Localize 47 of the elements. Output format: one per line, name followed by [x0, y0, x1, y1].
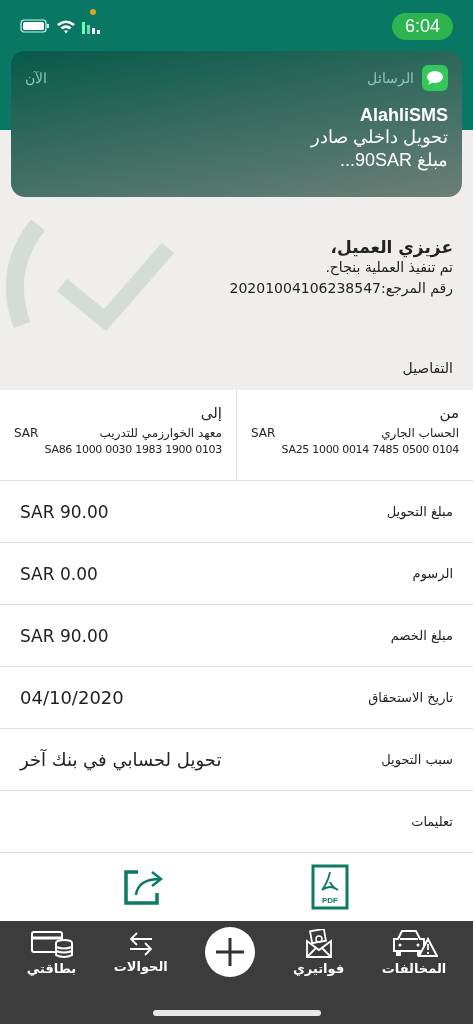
- account-name: الحساب الجاري: [381, 426, 459, 440]
- plus-icon: [215, 937, 246, 967]
- add-button[interactable]: [205, 927, 256, 977]
- currency: SAR: [14, 426, 39, 440]
- account-name: معهد الخوارزمي للتدريب: [99, 426, 222, 440]
- notification-time: الآن: [25, 70, 47, 86]
- iban: SA86 1000 0030 1983 1900 0103: [43, 443, 222, 456]
- greeting: عزيزي العميل،: [329, 237, 453, 257]
- iban: SA25 1000 0014 7485 0500 0104: [280, 443, 459, 456]
- field-label: تعليمات: [411, 814, 453, 829]
- field-label: سبب التحويل: [381, 752, 453, 767]
- field-value: SAR 90.00: [20, 501, 109, 522]
- transfer-arrows-icon: [127, 930, 154, 957]
- tab-item[interactable]: بطاقتي: [26, 928, 77, 976]
- clock-pill: 6:04: [391, 12, 453, 40]
- success-message: تم تنفيذ العملية بنجاح.: [324, 258, 453, 278]
- field-label: الرسوم: [412, 566, 453, 581]
- envelope-bills-icon: [303, 928, 334, 959]
- party-label: إلى: [199, 404, 222, 422]
- battery-icon: [20, 19, 50, 33]
- section-title: التفاصيل: [402, 360, 453, 376]
- car-warning-icon: [390, 928, 438, 959]
- pdf-button[interactable]: PDF: [311, 864, 350, 910]
- tab-item[interactable]: المخالفات: [381, 928, 447, 976]
- share-button[interactable]: [123, 869, 164, 905]
- card-coins-icon: [29, 928, 74, 959]
- currency: SAR: [251, 426, 276, 440]
- tab-item[interactable]: فواتيري: [292, 928, 345, 976]
- wifi-icon: [56, 18, 76, 34]
- share-icon: [123, 869, 164, 905]
- sender-name: AlahliSMS: [359, 105, 448, 126]
- field-value: SAR 0.00: [20, 563, 98, 584]
- pdf-label: PDF: [322, 896, 339, 905]
- message-line: مبلغ 90SAR...: [338, 149, 448, 172]
- field-label: تاريخ الاستحقاق: [368, 690, 453, 705]
- reference-number: رقم المرجع:20201004106238547: [228, 279, 453, 299]
- field-label: مبلغ التحويل: [386, 504, 453, 519]
- message-bubble-icon: [422, 65, 448, 91]
- app-name: الرسائل: [367, 70, 414, 86]
- field-value: SAR 90.00: [20, 625, 109, 646]
- recording-dot: [90, 9, 96, 15]
- field-label: مبلغ الخصم: [390, 628, 453, 643]
- message-line: تحويل داخلي صادر: [309, 126, 448, 149]
- party-label: من: [438, 404, 459, 422]
- field-value: 04/10/2020: [20, 687, 124, 708]
- field-value: تحويل لحسابي في بنك آخر: [20, 749, 222, 770]
- tab-item[interactable]: الحوالات: [113, 930, 168, 974]
